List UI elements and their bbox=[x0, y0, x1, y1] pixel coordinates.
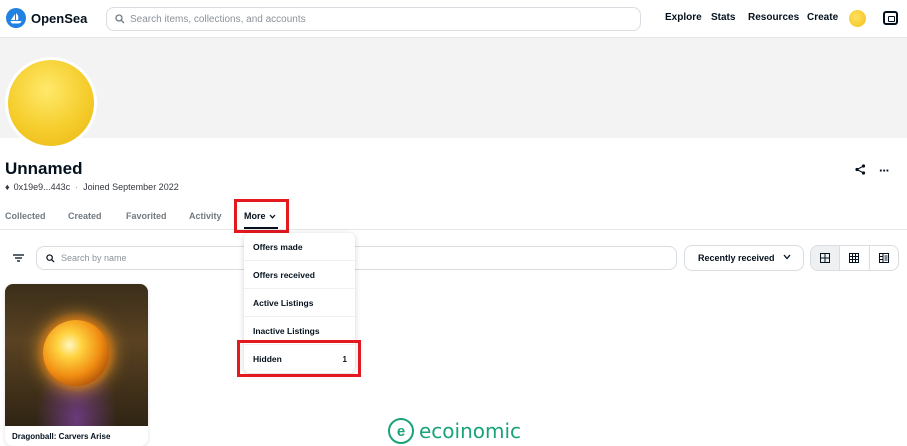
nft-title: Dragonball: Carvers Arise bbox=[12, 432, 111, 441]
profile-name: Unnamed bbox=[5, 159, 83, 178]
wallet-icon[interactable] bbox=[883, 11, 898, 25]
small-grid-icon bbox=[849, 253, 860, 263]
profile-tabs: Collected Created Favorited Activity Mor… bbox=[0, 211, 907, 229]
brand-name: OpenSea bbox=[31, 10, 88, 26]
highlight-box-hidden bbox=[237, 340, 361, 377]
opensea-logo-icon bbox=[6, 8, 26, 28]
nav-stats[interactable]: Stats bbox=[711, 12, 735, 23]
joined-date: Joined September 2022 bbox=[83, 182, 179, 192]
menu-item-offers-received[interactable]: Offers received bbox=[244, 261, 355, 289]
view-toggle-group bbox=[810, 245, 899, 271]
search-icon bbox=[115, 14, 125, 24]
tab-favorited[interactable]: Favorited bbox=[126, 211, 167, 221]
menu-item-offers-made[interactable]: Offers made bbox=[244, 233, 355, 261]
view-large-grid-button[interactable] bbox=[811, 246, 841, 270]
more-options-icon[interactable]: ··· bbox=[879, 163, 890, 178]
tabs-divider bbox=[0, 229, 907, 230]
list-view-icon bbox=[878, 253, 889, 263]
top-header: OpenSea Explore Stats Resources Create bbox=[0, 0, 907, 38]
global-search-bar[interactable] bbox=[106, 7, 641, 31]
profile-banner bbox=[0, 38, 907, 138]
chevron-down-icon bbox=[783, 254, 791, 260]
tab-activity[interactable]: Activity bbox=[189, 211, 222, 221]
view-list-button[interactable] bbox=[870, 246, 898, 270]
account-avatar[interactable] bbox=[849, 10, 866, 27]
view-small-grid-button[interactable] bbox=[840, 246, 870, 270]
ecoinomic-logo-icon: e bbox=[388, 418, 414, 444]
share-icon[interactable] bbox=[855, 164, 866, 175]
watermark-text: ecoinomic bbox=[419, 419, 522, 443]
tab-created[interactable]: Created bbox=[68, 211, 102, 221]
large-grid-icon bbox=[820, 253, 831, 263]
ecoinomic-watermark: e ecoinomic bbox=[388, 418, 521, 444]
sort-value: Recently received bbox=[698, 253, 775, 263]
items-search-bar[interactable] bbox=[36, 246, 677, 270]
filter-icon[interactable] bbox=[13, 254, 24, 262]
opensea-logo[interactable]: OpenSea bbox=[6, 8, 87, 28]
nft-card[interactable]: Dragonball: Carvers Arise bbox=[5, 284, 148, 446]
ethereum-icon: ♦ bbox=[5, 182, 10, 192]
nav-explore[interactable]: Explore bbox=[665, 12, 702, 23]
profile-avatar bbox=[5, 57, 97, 149]
separator-dot: · bbox=[75, 182, 79, 192]
tab-collected[interactable]: Collected bbox=[5, 211, 46, 221]
profile-meta: ♦ 0x19e9...443c · Joined September 2022 bbox=[5, 182, 179, 192]
search-icon bbox=[46, 253, 55, 263]
nav-create[interactable]: Create bbox=[807, 12, 838, 23]
global-search-input[interactable] bbox=[130, 13, 610, 25]
nav-resources[interactable]: Resources bbox=[748, 12, 799, 23]
sort-dropdown[interactable]: Recently received bbox=[684, 245, 804, 271]
nft-image bbox=[5, 284, 148, 426]
menu-item-active-listings[interactable]: Active Listings bbox=[244, 289, 355, 317]
highlight-box-more bbox=[234, 199, 289, 233]
wallet-address[interactable]: 0x19e9...443c bbox=[14, 182, 71, 192]
